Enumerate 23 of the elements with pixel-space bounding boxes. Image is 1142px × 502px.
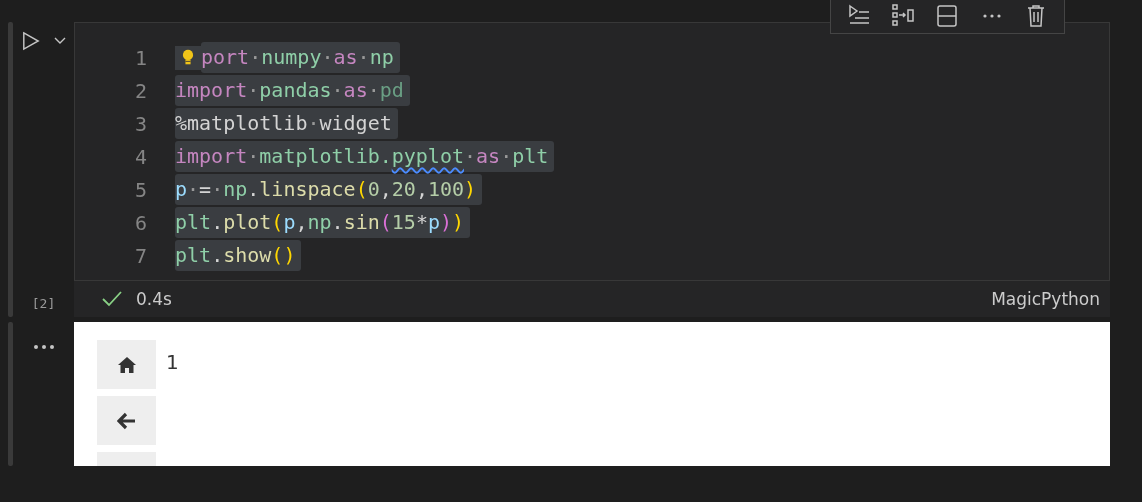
lightbulb-icon[interactable]	[175, 45, 201, 70]
run-icon[interactable]	[21, 30, 40, 52]
line-number: 5	[133, 177, 148, 202]
execution-count: [2]	[31, 296, 56, 311]
line-number: 6	[133, 210, 148, 235]
line-number: 7	[133, 243, 148, 268]
back-button[interactable]	[97, 396, 156, 445]
arrow-left-icon	[116, 411, 137, 430]
execution-time: 0.4s	[136, 289, 172, 309]
code-editor[interactable]: 1 port·numpy·as·np 2 import·pandas·as·pd 3 %matplotlib·widget 4 import·matplotlib.pyplot·as·plt 5 p·=·np.linspace(0,20,100) 6 plt.plot(p,np.sin(15*p)) 7 plt.show()	[74, 22, 1110, 281]
split-cell-icon[interactable]	[891, 4, 916, 28]
line-number: 3	[133, 111, 148, 136]
figure-label: 1	[166, 350, 179, 374]
layout-icon[interactable]	[935, 4, 960, 28]
chevron-down-icon[interactable]	[53, 37, 66, 45]
line-number: 1	[133, 45, 148, 70]
more-icon[interactable]	[32, 344, 55, 350]
language-label[interactable]: MagicPython	[991, 289, 1100, 309]
line-number: 4	[133, 144, 148, 169]
check-icon	[102, 291, 122, 307]
home-button[interactable]	[97, 340, 156, 389]
line-number: 2	[133, 78, 148, 103]
home-icon	[116, 355, 137, 374]
